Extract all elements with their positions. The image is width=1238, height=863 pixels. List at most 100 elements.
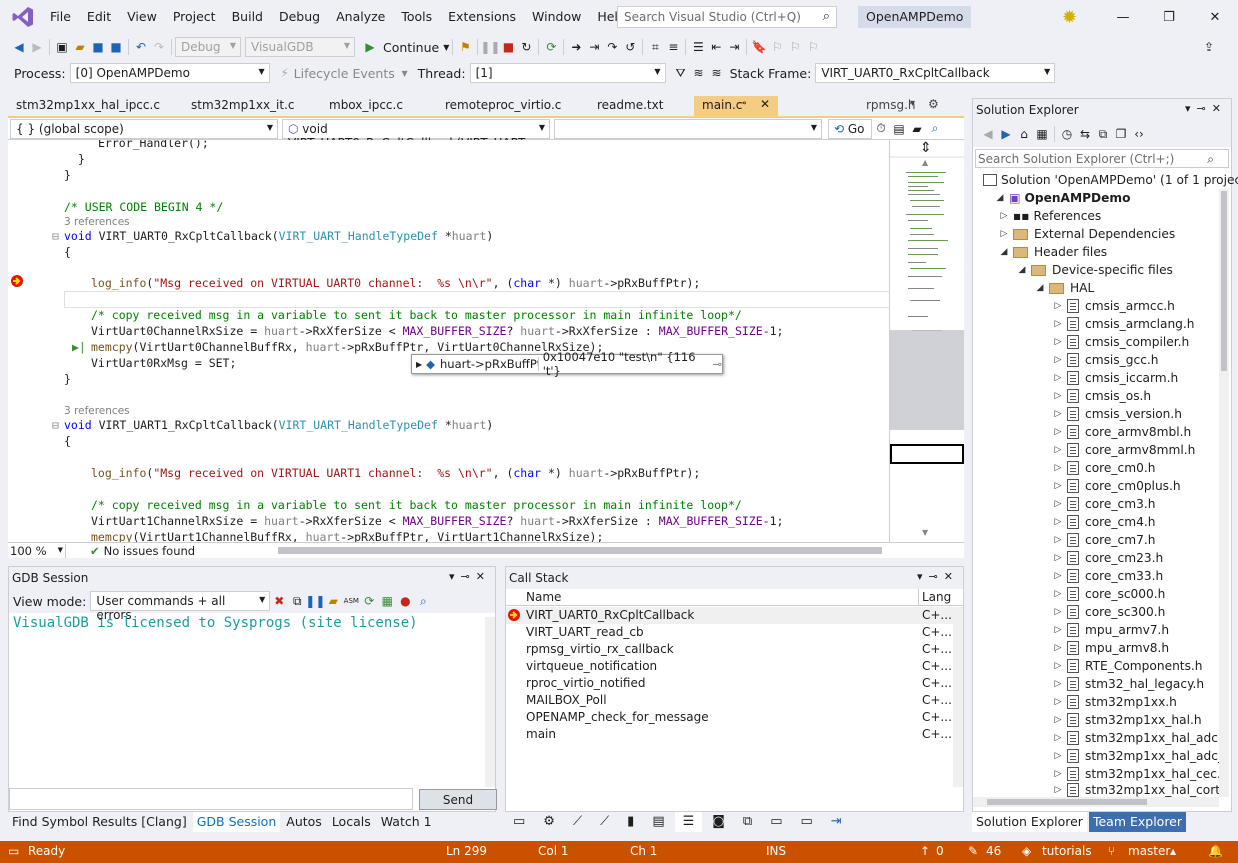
collapse-icon[interactable]: ⊟ bbox=[52, 228, 59, 244]
tab-exceptions-icon[interactable]: ⧉ bbox=[735, 812, 760, 832]
tree-file-item[interactable]: ▷ core_cm23.h bbox=[1049, 549, 1163, 567]
thread-dropdown[interactable]: [1] ▼ bbox=[469, 63, 666, 83]
continue-dropdown-icon[interactable]: ▼ bbox=[443, 43, 449, 52]
tab-stm32mp1xx-it[interactable]: stm32mp1xx_it.c bbox=[183, 96, 321, 116]
tab-immediate-icon[interactable]: ▭ bbox=[762, 812, 790, 832]
step-out-icon[interactable]: ↺ bbox=[621, 38, 639, 56]
restart-icon[interactable]: ↻ bbox=[517, 38, 535, 56]
panel-controls-icon[interactable]: ▾⊸✕ bbox=[449, 570, 491, 583]
tree-file-item[interactable]: ▷ core_cm33.h bbox=[1049, 567, 1163, 585]
threads-icon[interactable]: ≡ bbox=[664, 38, 682, 56]
tree-file-item[interactable]: ▷ cmsis_gcc.h bbox=[1049, 351, 1159, 369]
menu-window[interactable]: Window bbox=[524, 0, 589, 34]
code-icon[interactable]: ‹› bbox=[1130, 125, 1148, 143]
tree-file-item[interactable]: ▷ stm32mp1xx_hal_adc_ bbox=[1049, 747, 1224, 765]
tab-solution-explorer[interactable]: Solution Explorer bbox=[972, 812, 1087, 832]
status-unpushed-count[interactable]: 0 bbox=[936, 844, 944, 858]
status-branch[interactable]: master bbox=[1128, 844, 1170, 858]
expand-icon[interactable]: ▷ bbox=[1049, 733, 1067, 743]
platform-dropdown[interactable]: VisualGDB ▼ bbox=[245, 37, 355, 57]
tree-file-item[interactable]: ▷ cmsis_compiler.h bbox=[1049, 333, 1189, 351]
expand-icon[interactable]: ▷ bbox=[1049, 715, 1067, 725]
pending-changes-icon[interactable]: ◷ bbox=[1058, 125, 1076, 143]
expand-icon[interactable]: ▷ bbox=[1049, 337, 1067, 347]
tree-file-item[interactable]: ▷ RTE_Components.h bbox=[1049, 657, 1203, 675]
notifications-icon[interactable]: 🔔 bbox=[1208, 844, 1223, 858]
scroll-up-icon[interactable]: ▲ bbox=[922, 158, 928, 167]
tree-device-specific[interactable]: ◢ Device-specific files bbox=[1013, 261, 1173, 279]
column-name[interactable]: Name bbox=[526, 590, 561, 604]
collapse-all-icon[interactable]: ⧉ bbox=[1094, 125, 1112, 143]
expand-icon[interactable]: ▷ bbox=[1049, 535, 1067, 545]
scope-dropdown[interactable]: { } (global scope) ▼ bbox=[10, 118, 278, 139]
vs-search-input[interactable]: Search Visual Studio (Ctrl+Q) ⌕ bbox=[617, 6, 837, 28]
redo-icon[interactable]: ↷ bbox=[150, 38, 168, 56]
tree-file-item[interactable]: ▷ stm32mp1xx_hal_adc.h bbox=[1049, 729, 1230, 747]
tab-call-stack-icon[interactable]: ☰ bbox=[674, 812, 703, 832]
tab-chart-icon[interactable]: ⟋ bbox=[565, 812, 590, 832]
expand-icon[interactable]: ▷ bbox=[1049, 607, 1067, 617]
reload-icon[interactable]: ⟳ bbox=[360, 592, 378, 610]
tab-threads-icon[interactable]: ⚙ bbox=[535, 812, 563, 832]
call-stack-frame[interactable]: rproc_virtio_notified C+... bbox=[506, 675, 963, 692]
hex-display-icon[interactable]: ⌗ bbox=[646, 38, 664, 56]
search-log-icon[interactable]: ⌕ bbox=[414, 592, 432, 610]
sync-icon[interactable]: ⇆ bbox=[1076, 125, 1094, 143]
settings-icon[interactable]: ⚙ bbox=[928, 97, 939, 111]
expand-icon[interactable]: ▷ bbox=[1049, 409, 1067, 419]
tree-file-item[interactable]: ▷ cmsis_iccarm.h bbox=[1049, 369, 1178, 387]
continue-icon[interactable]: ▶ bbox=[361, 38, 379, 56]
expand-icon[interactable]: ▷ bbox=[1049, 517, 1067, 527]
se-horizontal-scrollbar[interactable] bbox=[973, 797, 1219, 807]
tab-modules-icon[interactable]: ▭ bbox=[505, 812, 533, 832]
refresh-icon[interactable]: ⟳ bbox=[542, 38, 560, 56]
find-icon[interactable]: ⌕ bbox=[926, 120, 944, 138]
folder-icon[interactable]: ▰ bbox=[324, 592, 342, 610]
pause-icon[interactable]: ❚❚ bbox=[480, 38, 500, 56]
step-over-icon[interactable]: ↷ bbox=[603, 38, 621, 56]
tree-file-item[interactable]: ▷ core_armv8mml.h bbox=[1049, 441, 1195, 459]
se-forward-icon[interactable]: ▶ bbox=[997, 125, 1015, 143]
code-editor[interactable]: Error_Handler(); } } /* USER CODE BEGIN … bbox=[8, 140, 890, 542]
tree-solution-root[interactable]: Solution 'OpenAMPDemo' (1 of 1 projec bbox=[977, 171, 1238, 189]
tab-autos[interactable]: Autos bbox=[282, 812, 326, 832]
visual-studio-logo-icon[interactable] bbox=[8, 2, 38, 32]
flag-thread-icon[interactable]: ≋ bbox=[690, 64, 708, 82]
tree-file-item[interactable]: ▷ core_cm3.h bbox=[1049, 495, 1155, 513]
pin-datatip-icon[interactable]: ⊸ bbox=[712, 357, 722, 371]
tree-file-item[interactable]: ▷ cmsis_armcc.h bbox=[1049, 297, 1175, 315]
split-icon[interactable]: ⇕ bbox=[920, 140, 932, 156]
tree-file-item[interactable]: ▷ core_cm0.h bbox=[1049, 459, 1155, 477]
expand-icon[interactable]: ▷ bbox=[1049, 751, 1067, 761]
collapse-icon[interactable]: ⊟ bbox=[52, 417, 59, 433]
prev-bookmark-icon[interactable]: ⚐ bbox=[768, 38, 786, 56]
horizontal-scrollbar[interactable] bbox=[278, 547, 882, 554]
call-stack-frame[interactable]: main C+... bbox=[506, 726, 963, 743]
expand-icon[interactable]: ▷ bbox=[1049, 785, 1067, 795]
zoom-dropdown[interactable]: 100 % ▼ bbox=[8, 543, 66, 558]
status-changes-count[interactable]: 46 bbox=[986, 844, 1001, 858]
expand-icon[interactable]: ▷ bbox=[1049, 463, 1067, 473]
call-stack-frame[interactable]: OPENAMP_check_for_message C+... bbox=[506, 709, 963, 726]
tree-file-item[interactable]: ▷ stm32mp1xx_hal.h bbox=[1049, 711, 1202, 729]
view-mode-dropdown[interactable]: User commands + all errors ▼ bbox=[90, 591, 271, 622]
home-icon[interactable]: ⌂ bbox=[1015, 125, 1033, 143]
breakpoint-current-icon[interactable] bbox=[10, 274, 24, 290]
data-tip[interactable]: ▶ ◆ huart->pRxBuffPtr 0x10047e10 "test\n… bbox=[411, 350, 723, 378]
pin-icon[interactable]: ⊸ bbox=[738, 98, 746, 109]
minimap-scrollbar[interactable]: ⇕ ▲ ▼ bbox=[889, 140, 964, 542]
tab-main-c[interactable]: main.c ⊸ ✕ bbox=[694, 96, 778, 116]
se-vertical-scrollbar[interactable] bbox=[1219, 189, 1229, 797]
tree-file-item[interactable]: ▷ mpu_armv8.h bbox=[1049, 639, 1169, 657]
tree-external-deps[interactable]: ▷ External Dependencies bbox=[995, 225, 1176, 243]
expand-icon[interactable]: ▷ bbox=[1049, 301, 1067, 311]
gdb-vertical-scrollbar[interactable] bbox=[485, 617, 495, 787]
asm-icon[interactable]: ASM bbox=[342, 592, 360, 610]
back-icon[interactable]: ◀ bbox=[10, 38, 28, 56]
expand-icon[interactable]: ▷ bbox=[1049, 769, 1067, 779]
tree-file-item[interactable]: ▷ core_sc300.h bbox=[1049, 603, 1165, 621]
clear-icon[interactable]: ✖ bbox=[270, 592, 288, 610]
tree-file-item[interactable]: ▷ core_cm4.h bbox=[1049, 513, 1155, 531]
pencil-icon[interactable]: ✎ bbox=[968, 844, 978, 858]
next-bookmark-icon[interactable]: ⚐ bbox=[786, 38, 804, 56]
